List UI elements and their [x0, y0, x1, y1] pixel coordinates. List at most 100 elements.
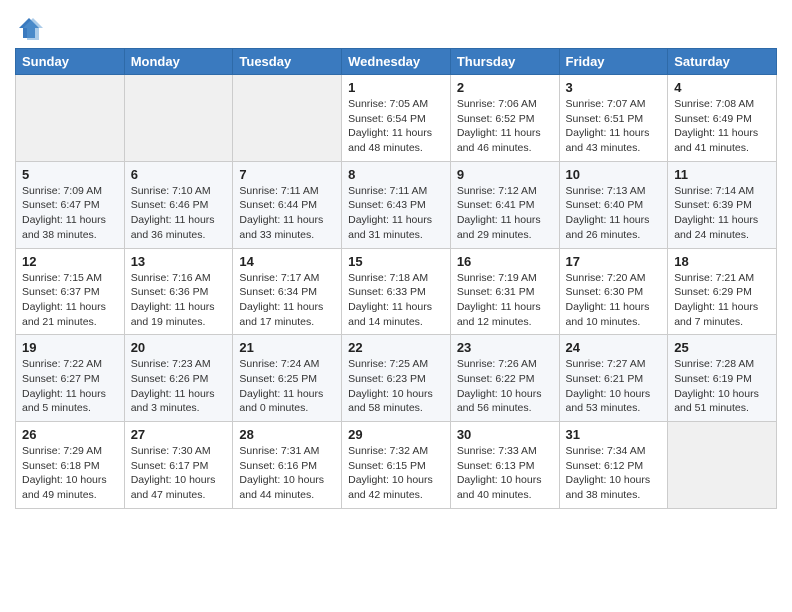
day-info: Sunrise: 7:31 AM Sunset: 6:16 PM Dayligh…	[239, 444, 335, 503]
calendar-cell: 1 Sunrise: 7:05 AM Sunset: 6:54 PM Daylig…	[342, 75, 451, 162]
calendar-cell	[124, 75, 233, 162]
calendar-cell: 24 Sunrise: 7:27 AM Sunset: 6:21 PM Dayli…	[559, 335, 668, 422]
calendar-cell: 9 Sunrise: 7:12 AM Sunset: 6:41 PM Daylig…	[450, 161, 559, 248]
calendar-cell: 8 Sunrise: 7:11 AM Sunset: 6:43 PM Daylig…	[342, 161, 451, 248]
day-number: 13	[131, 254, 227, 269]
calendar-cell: 11 Sunrise: 7:14 AM Sunset: 6:39 PM Dayli…	[668, 161, 777, 248]
day-number: 29	[348, 427, 444, 442]
calendar-cell: 15 Sunrise: 7:18 AM Sunset: 6:33 PM Dayli…	[342, 248, 451, 335]
calendar-cell: 23 Sunrise: 7:26 AM Sunset: 6:22 PM Dayli…	[450, 335, 559, 422]
calendar-cell: 13 Sunrise: 7:16 AM Sunset: 6:36 PM Dayli…	[124, 248, 233, 335]
calendar-cell	[16, 75, 125, 162]
calendar-cell: 5 Sunrise: 7:09 AM Sunset: 6:47 PM Daylig…	[16, 161, 125, 248]
day-info: Sunrise: 7:08 AM Sunset: 6:49 PM Dayligh…	[674, 97, 770, 156]
day-number: 11	[674, 167, 770, 182]
calendar-week-row: 12 Sunrise: 7:15 AM Sunset: 6:37 PM Dayli…	[16, 248, 777, 335]
day-number: 7	[239, 167, 335, 182]
page-header	[15, 10, 777, 42]
day-number: 27	[131, 427, 227, 442]
weekday-header-wednesday: Wednesday	[342, 49, 451, 75]
calendar-cell: 27 Sunrise: 7:30 AM Sunset: 6:17 PM Dayli…	[124, 422, 233, 509]
calendar-cell: 4Sunrise: 7:08 AM Sunset: 6:49 PM Daylig…	[668, 75, 777, 162]
day-number: 18	[674, 254, 770, 269]
day-number: 9	[457, 167, 553, 182]
day-info: Sunrise: 7:29 AM Sunset: 6:18 PM Dayligh…	[22, 444, 118, 503]
day-number: 1	[348, 80, 444, 95]
day-info: Sunrise: 7:26 AM Sunset: 6:22 PM Dayligh…	[457, 357, 553, 416]
weekday-header-thursday: Thursday	[450, 49, 559, 75]
calendar-cell: 17 Sunrise: 7:20 AM Sunset: 6:30 PM Dayli…	[559, 248, 668, 335]
day-number: 16	[457, 254, 553, 269]
calendar-week-row: 5 Sunrise: 7:09 AM Sunset: 6:47 PM Daylig…	[16, 161, 777, 248]
day-number: 10	[566, 167, 662, 182]
day-number: 25	[674, 340, 770, 355]
day-info: Sunrise: 7:23 AM Sunset: 6:26 PM Dayligh…	[131, 357, 227, 416]
calendar-cell: 20Sunrise: 7:23 AM Sunset: 6:26 PM Dayli…	[124, 335, 233, 422]
day-info: Sunrise: 7:30 AM Sunset: 6:17 PM Dayligh…	[131, 444, 227, 503]
day-number: 15	[348, 254, 444, 269]
weekday-header-saturday: Saturday	[668, 49, 777, 75]
calendar-cell: 29 Sunrise: 7:32 AM Sunset: 6:15 PM Dayli…	[342, 422, 451, 509]
day-info: Sunrise: 7:09 AM Sunset: 6:47 PM Dayligh…	[22, 184, 118, 243]
calendar-cell: 25Sunrise: 7:28 AM Sunset: 6:19 PM Dayli…	[668, 335, 777, 422]
day-info: Sunrise: 7:13 AM Sunset: 6:40 PM Dayligh…	[566, 184, 662, 243]
day-info: Sunrise: 7:11 AM Sunset: 6:43 PM Dayligh…	[348, 184, 444, 243]
day-number: 28	[239, 427, 335, 442]
day-info: Sunrise: 7:18 AM Sunset: 6:33 PM Dayligh…	[348, 271, 444, 330]
calendar-cell: 3 Sunrise: 7:07 AM Sunset: 6:51 PM Daylig…	[559, 75, 668, 162]
day-info: Sunrise: 7:33 AM Sunset: 6:13 PM Dayligh…	[457, 444, 553, 503]
calendar-week-row: 1 Sunrise: 7:05 AM Sunset: 6:54 PM Daylig…	[16, 75, 777, 162]
weekday-header-friday: Friday	[559, 49, 668, 75]
day-number: 19	[22, 340, 118, 355]
day-number: 8	[348, 167, 444, 182]
day-info: Sunrise: 7:07 AM Sunset: 6:51 PM Dayligh…	[566, 97, 662, 156]
day-info: Sunrise: 7:27 AM Sunset: 6:21 PM Dayligh…	[566, 357, 662, 416]
calendar-cell: 21Sunrise: 7:24 AM Sunset: 6:25 PM Dayli…	[233, 335, 342, 422]
day-number: 30	[457, 427, 553, 442]
calendar-header: SundayMondayTuesdayWednesdayThursdayFrid…	[16, 49, 777, 75]
calendar-body: 1 Sunrise: 7:05 AM Sunset: 6:54 PM Daylig…	[16, 75, 777, 509]
weekday-header-row: SundayMondayTuesdayWednesdayThursdayFrid…	[16, 49, 777, 75]
day-info: Sunrise: 7:32 AM Sunset: 6:15 PM Dayligh…	[348, 444, 444, 503]
day-number: 5	[22, 167, 118, 182]
calendar-table: SundayMondayTuesdayWednesdayThursdayFrid…	[15, 48, 777, 509]
calendar-cell: 12 Sunrise: 7:15 AM Sunset: 6:37 PM Dayli…	[16, 248, 125, 335]
calendar-cell: 10 Sunrise: 7:13 AM Sunset: 6:40 PM Dayli…	[559, 161, 668, 248]
calendar-cell	[668, 422, 777, 509]
day-number: 31	[566, 427, 662, 442]
day-number: 23	[457, 340, 553, 355]
calendar-cell: 31Sunrise: 7:34 AM Sunset: 6:12 PM Dayli…	[559, 422, 668, 509]
day-number: 21	[239, 340, 335, 355]
calendar-cell: 16 Sunrise: 7:19 AM Sunset: 6:31 PM Dayli…	[450, 248, 559, 335]
day-info: Sunrise: 7:05 AM Sunset: 6:54 PM Dayligh…	[348, 97, 444, 156]
day-info: Sunrise: 7:12 AM Sunset: 6:41 PM Dayligh…	[457, 184, 553, 243]
day-number: 3	[566, 80, 662, 95]
day-number: 12	[22, 254, 118, 269]
day-number: 2	[457, 80, 553, 95]
day-number: 22	[348, 340, 444, 355]
day-number: 24	[566, 340, 662, 355]
logo-icon	[15, 14, 43, 42]
calendar-cell: 18 Sunrise: 7:21 AM Sunset: 6:29 PM Dayli…	[668, 248, 777, 335]
day-number: 14	[239, 254, 335, 269]
day-info: Sunrise: 7:15 AM Sunset: 6:37 PM Dayligh…	[22, 271, 118, 330]
day-info: Sunrise: 7:25 AM Sunset: 6:23 PM Dayligh…	[348, 357, 444, 416]
calendar-cell: 22 Sunrise: 7:25 AM Sunset: 6:23 PM Dayli…	[342, 335, 451, 422]
day-info: Sunrise: 7:16 AM Sunset: 6:36 PM Dayligh…	[131, 271, 227, 330]
calendar-cell: 7Sunrise: 7:11 AM Sunset: 6:44 PM Daylig…	[233, 161, 342, 248]
calendar-cell: 26Sunrise: 7:29 AM Sunset: 6:18 PM Dayli…	[16, 422, 125, 509]
day-info: Sunrise: 7:22 AM Sunset: 6:27 PM Dayligh…	[22, 357, 118, 416]
day-number: 17	[566, 254, 662, 269]
weekday-header-tuesday: Tuesday	[233, 49, 342, 75]
calendar-cell: 30 Sunrise: 7:33 AM Sunset: 6:13 PM Dayli…	[450, 422, 559, 509]
calendar-cell: 19 Sunrise: 7:22 AM Sunset: 6:27 PM Dayli…	[16, 335, 125, 422]
calendar-cell	[233, 75, 342, 162]
day-info: Sunrise: 7:14 AM Sunset: 6:39 PM Dayligh…	[674, 184, 770, 243]
calendar-cell: 2Sunrise: 7:06 AM Sunset: 6:52 PM Daylig…	[450, 75, 559, 162]
day-info: Sunrise: 7:19 AM Sunset: 6:31 PM Dayligh…	[457, 271, 553, 330]
day-info: Sunrise: 7:21 AM Sunset: 6:29 PM Dayligh…	[674, 271, 770, 330]
weekday-header-sunday: Sunday	[16, 49, 125, 75]
day-info: Sunrise: 7:17 AM Sunset: 6:34 PM Dayligh…	[239, 271, 335, 330]
day-info: Sunrise: 7:20 AM Sunset: 6:30 PM Dayligh…	[566, 271, 662, 330]
calendar-week-row: 19 Sunrise: 7:22 AM Sunset: 6:27 PM Dayli…	[16, 335, 777, 422]
